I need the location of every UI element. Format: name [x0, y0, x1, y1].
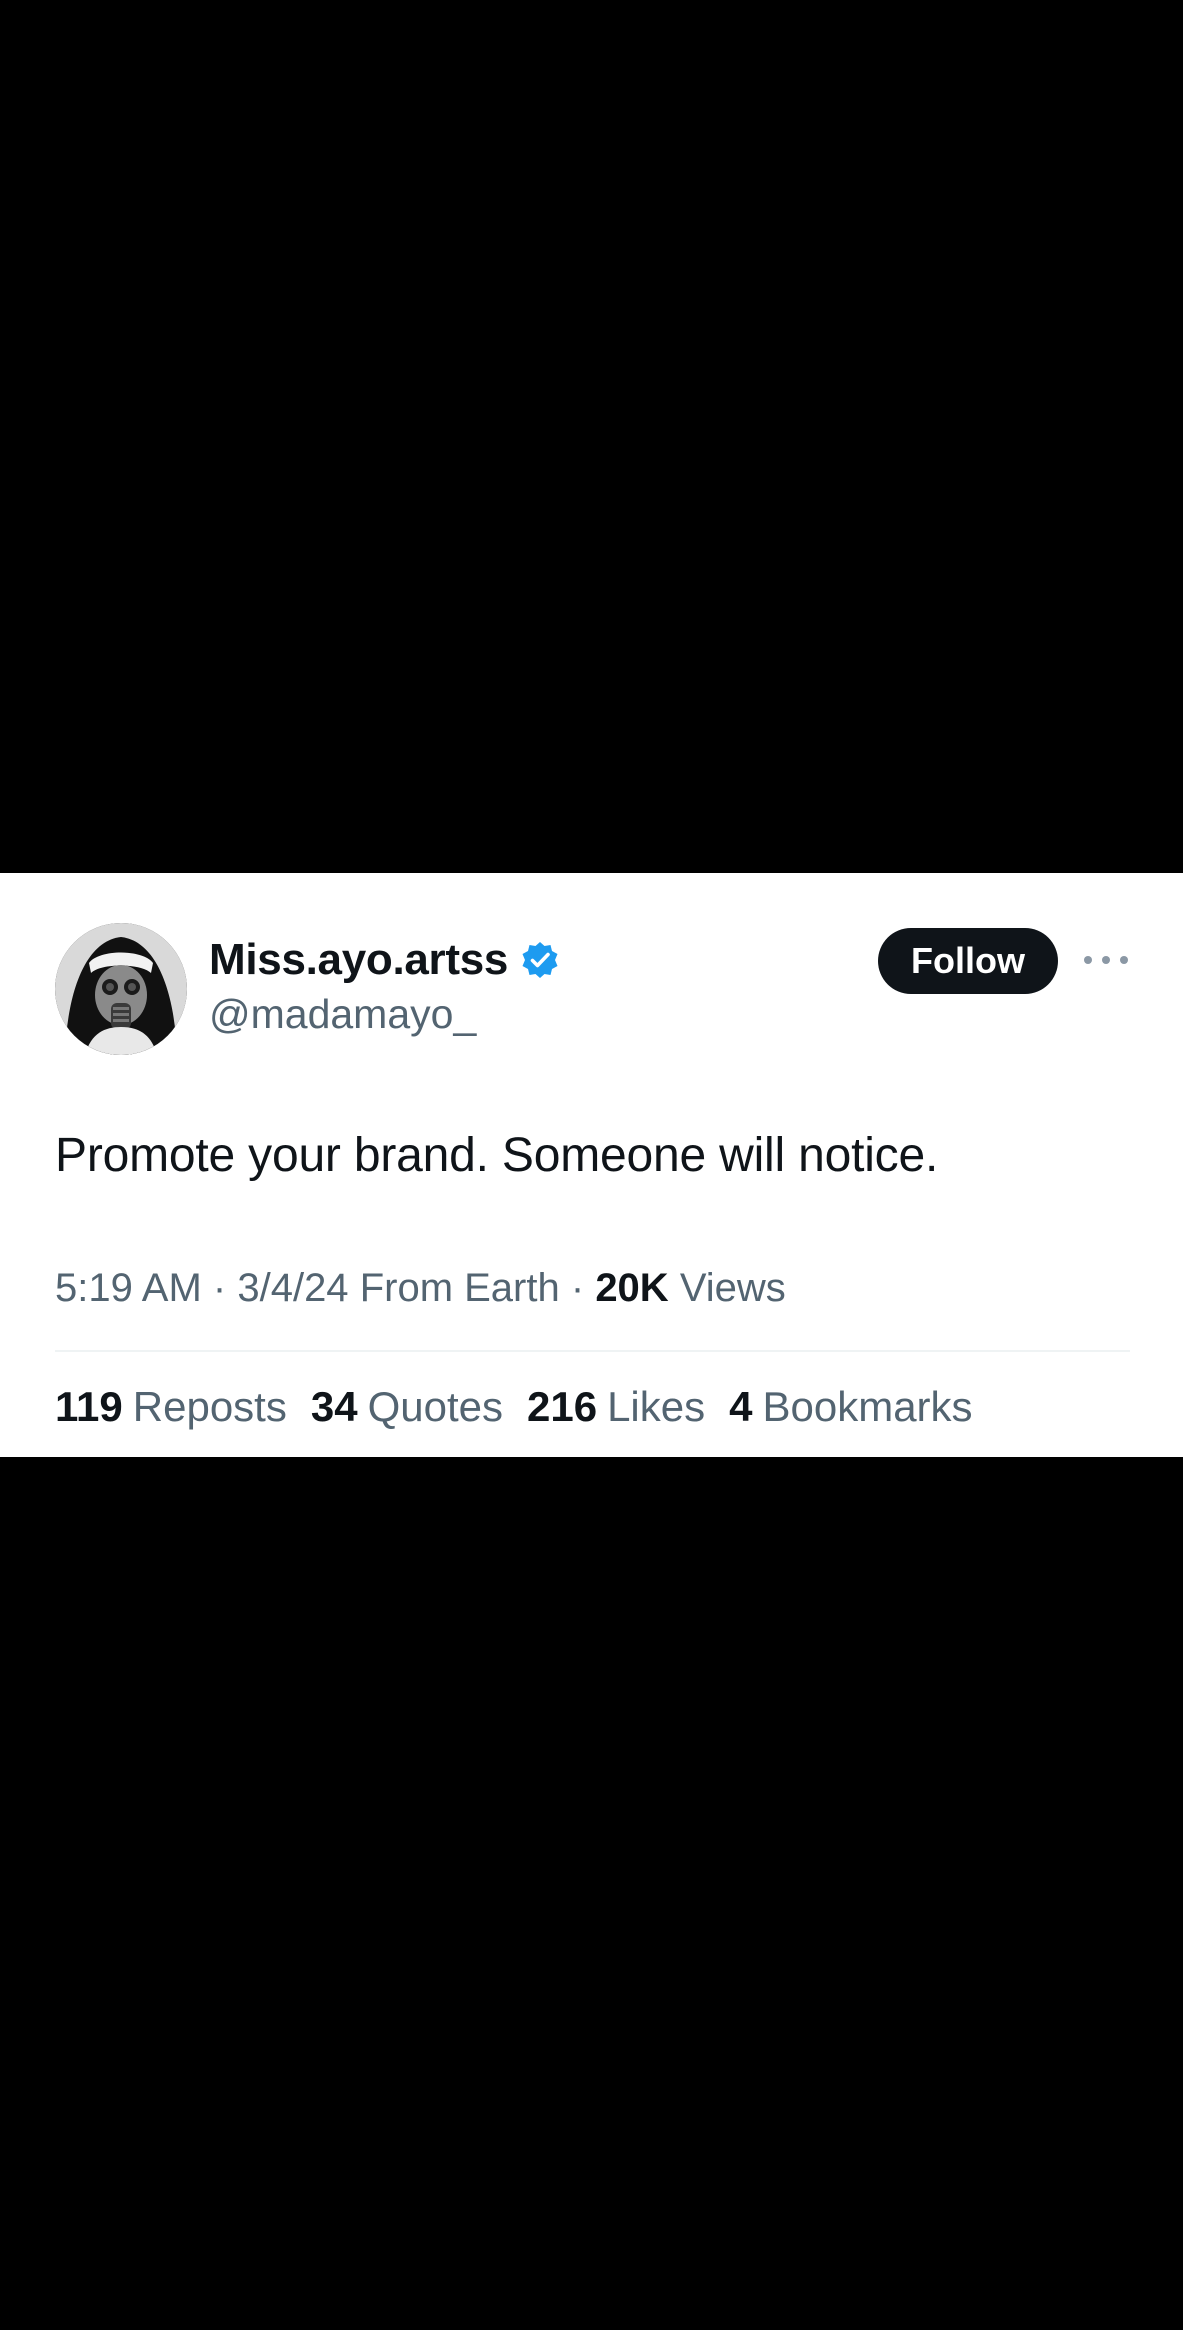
divider: [55, 1350, 1130, 1352]
quotes-label: Quotes: [367, 1383, 503, 1430]
tweet-date[interactable]: 3/4/24: [237, 1266, 348, 1310]
bookmarks-label: Bookmarks: [762, 1383, 973, 1430]
ellipsis-dot: [1120, 956, 1128, 964]
user-handle[interactable]: @madamayo_: [209, 991, 476, 1038]
more-options-button[interactable]: [1084, 945, 1128, 975]
avatar[interactable]: [55, 923, 187, 1055]
tweet-time[interactable]: 5:19 AM: [55, 1266, 202, 1310]
verified-badge-icon: [522, 942, 558, 978]
likes-label: Likes: [607, 1383, 706, 1430]
bookmarks-stat[interactable]: 4 Bookmarks: [729, 1383, 972, 1431]
tweet-location: From Earth: [359, 1266, 560, 1310]
quotes-count: 34: [310, 1383, 358, 1430]
engagement-stats: 119 Reposts 34 Quotes 216 Likes 4 Bookmarks: [55, 1383, 997, 1431]
tweet-text: Promote your brand. Someone will notice.: [55, 1129, 939, 1182]
display-name[interactable]: Miss.ayo.artss: [209, 935, 508, 985]
gas-mask-avatar-icon: [55, 923, 187, 1055]
reposts-stat[interactable]: 119 Reposts: [55, 1383, 287, 1431]
reposts-label: Reposts: [132, 1383, 287, 1430]
meta-separator: ·: [570, 1266, 585, 1310]
bookmarks-count: 4: [729, 1383, 753, 1430]
follow-button[interactable]: Follow: [878, 928, 1058, 994]
likes-count: 216: [526, 1383, 598, 1430]
quotes-stat[interactable]: 34 Quotes: [311, 1383, 503, 1431]
views-count: 20K: [595, 1266, 669, 1310]
ellipsis-dot: [1102, 956, 1110, 964]
likes-stat[interactable]: 216 Likes: [527, 1383, 705, 1431]
ellipsis-icon: [1084, 956, 1092, 964]
reposts-count: 119: [55, 1383, 123, 1430]
views-label: Views: [679, 1266, 786, 1310]
meta-separator: ·: [212, 1266, 227, 1310]
tweet-card: Miss.ayo.artss @madamayo_ Follow Promote…: [0, 873, 1183, 1457]
tweet-meta: 5:19 AM · 3/4/24 From Earth · 20K Views: [55, 1266, 786, 1311]
display-name-row: Miss.ayo.artss: [209, 935, 560, 985]
